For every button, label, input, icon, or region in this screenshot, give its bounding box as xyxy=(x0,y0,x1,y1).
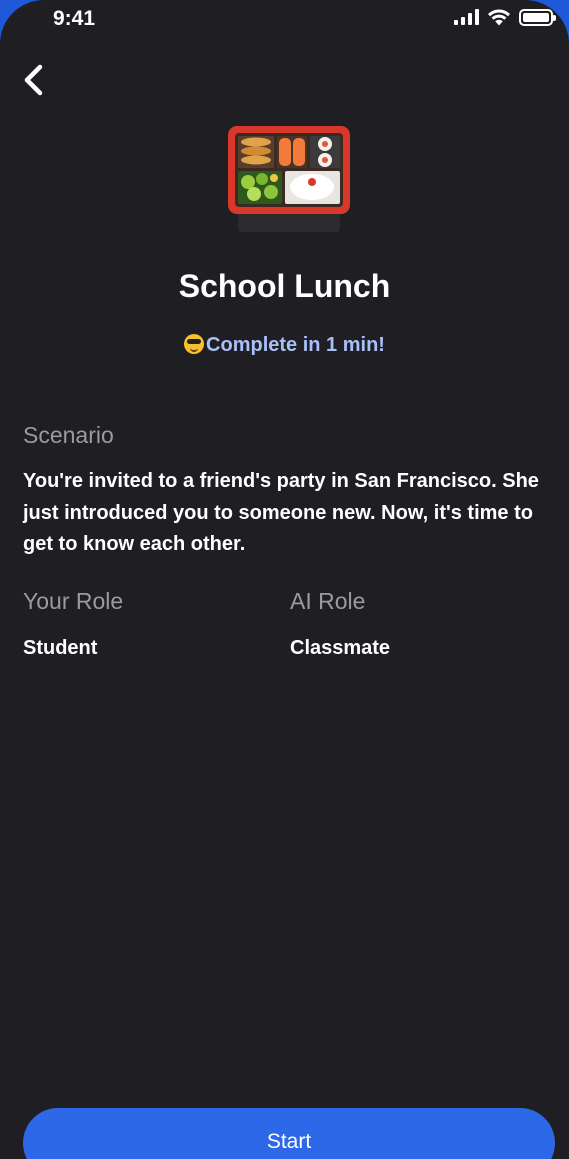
smiling-face-with-sunglasses-icon xyxy=(184,334,205,354)
your-role-value: Student xyxy=(23,637,98,659)
back-button[interactable] xyxy=(20,62,50,98)
ai-role-label: AI Role xyxy=(290,588,366,614)
duration-label: Complete in 1 min! xyxy=(0,334,569,357)
battery-icon xyxy=(519,8,556,26)
duration-text: Complete in 1 min! xyxy=(206,334,385,356)
your-role-label: Your Role xyxy=(23,588,124,614)
chevron-left-icon xyxy=(24,64,43,96)
status-icons xyxy=(454,8,556,26)
lesson-title: School Lunch xyxy=(178,268,391,304)
bento-box-icon xyxy=(228,126,350,232)
screen: 9:41 School Lunch Complete in 1 min! Sce… xyxy=(0,0,569,1159)
ai-role-value: Classmate xyxy=(290,637,391,659)
scenario-label: Scenario xyxy=(23,422,114,448)
status-time: 9:41 xyxy=(53,7,96,30)
wifi-icon xyxy=(488,9,510,26)
start-button[interactable]: Start xyxy=(23,1108,555,1159)
signal-icon xyxy=(454,9,479,25)
scenario-text: You're invited to a friend's party in Sa… xyxy=(23,470,539,555)
